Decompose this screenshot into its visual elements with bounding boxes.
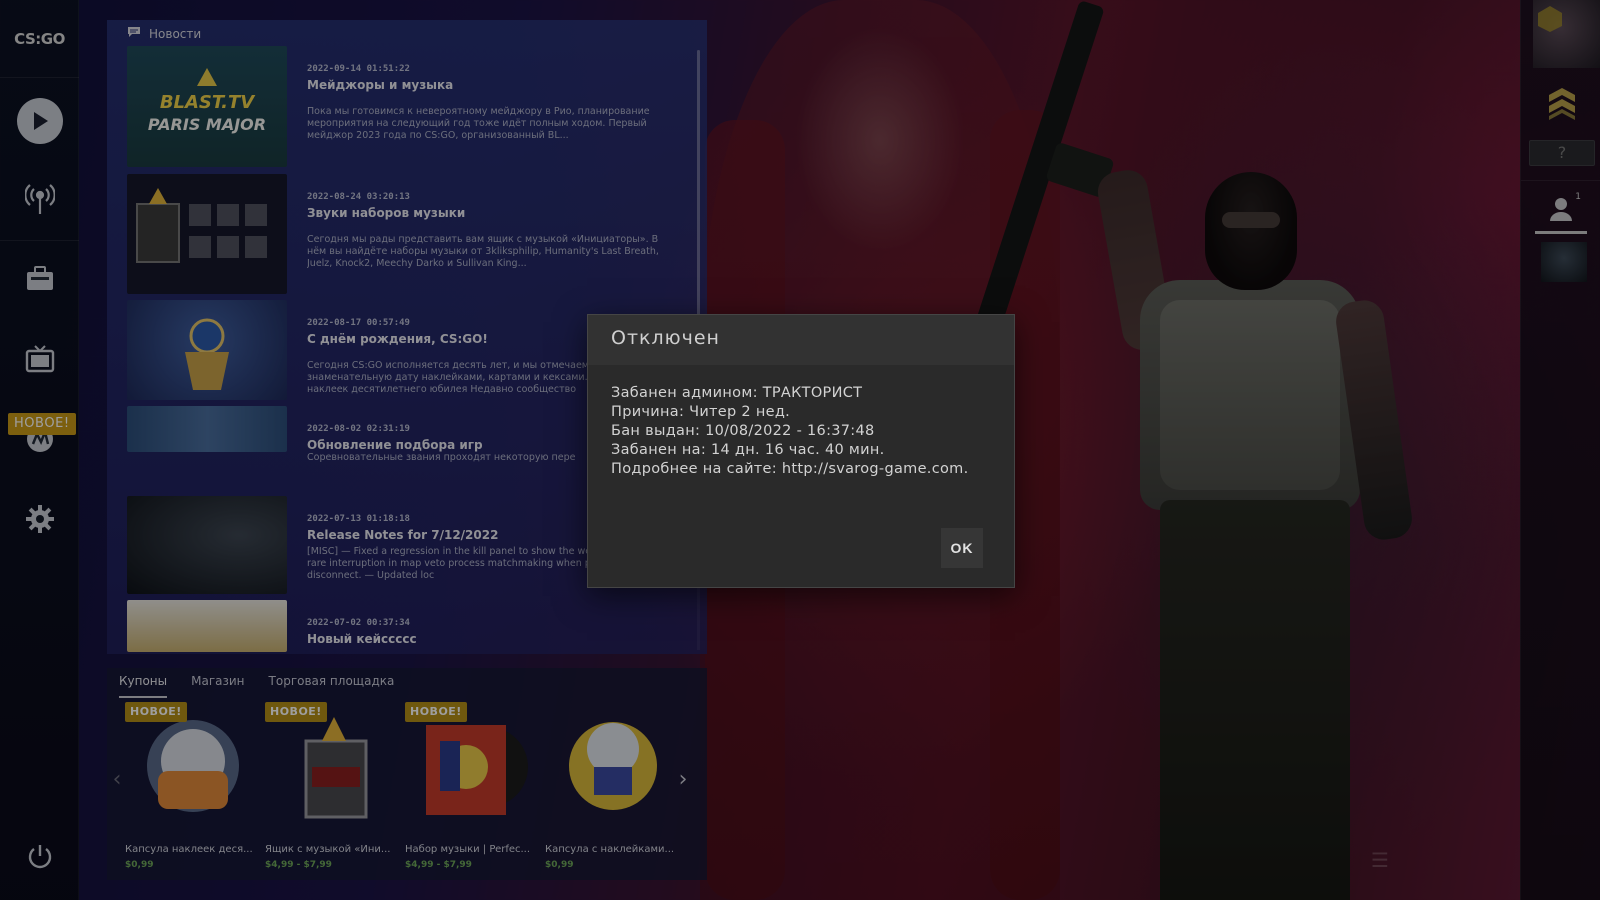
ok-button[interactable]: OK [941,528,983,568]
ban-duration-line: Забанен на: 14 дн. 16 час. 40 мин. [611,442,885,458]
ban-details-line: Подробнее на сайте: http://svarog-game.c… [611,461,969,477]
dialog-message: Забанен админом: ТРАКТОРИСТ Причина: Чит… [611,384,968,479]
disconnect-dialog: Отключен Забанен админом: ТРАКТОРИСТ При… [587,314,1015,588]
ban-admin-line: Забанен админом: ТРАКТОРИСТ [611,385,863,401]
ban-issued-line: Бан выдан: 10/08/2022 - 16:37:48 [611,423,875,439]
dialog-header: Отключен [588,315,1014,365]
ban-reason-line: Причина: Читер 2 нед. [611,404,791,420]
dialog-title: Отключен [611,327,720,349]
